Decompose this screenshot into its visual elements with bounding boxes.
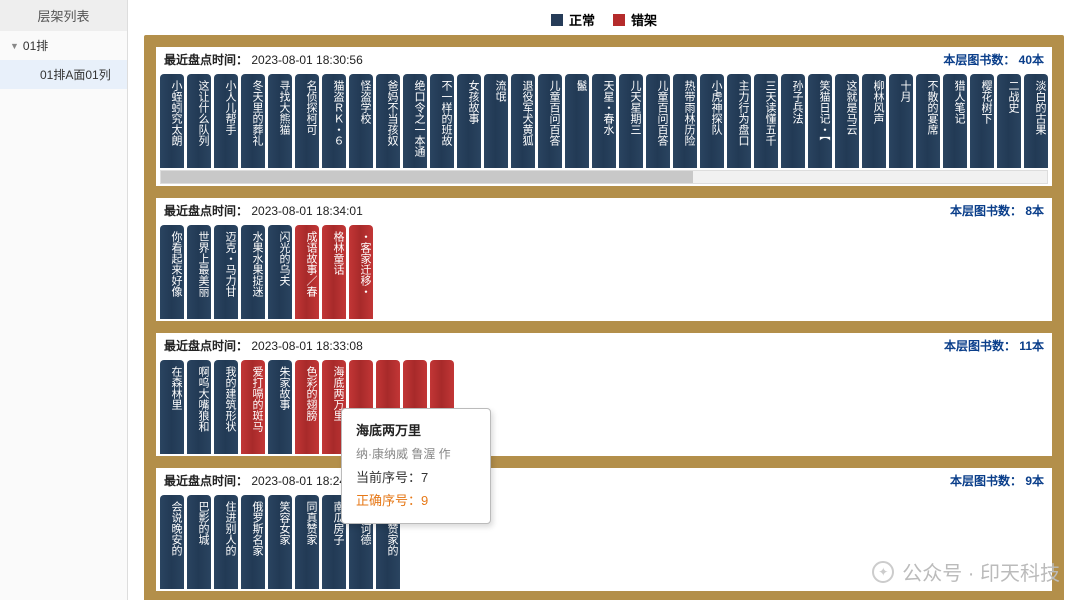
level-book-count: 本层图书数： 9本 — [950, 472, 1044, 489]
book-spine[interactable]: 樱花树下 — [970, 74, 994, 168]
book-spine[interactable]: 怪盗学校 — [349, 74, 373, 168]
book-spine[interactable]: 绝口令之一本通 — [403, 74, 427, 168]
shelf-level: 最近盘点时间： 2023-08-01 18:30:56 本层图书数： 40本小蛭蚓… — [156, 47, 1052, 198]
level-timestamp: 最近盘点时间： 2023-08-01 18:34:01 — [164, 202, 363, 219]
book-spine[interactable]: 成语故事／春 — [295, 225, 319, 319]
book-spine[interactable]: 鬣 — [565, 74, 589, 168]
sidebar-header: 层架列表 — [0, 0, 127, 31]
book-spine[interactable]: 三天读懂五千 — [754, 74, 778, 168]
book-spine[interactable]: 孙子兵法 — [781, 74, 805, 168]
book-spine[interactable]: 啊呜大嘴狼和 — [187, 360, 211, 454]
level-timestamp: 最近盘点时间： 2023-08-01 18:24:44 — [164, 472, 363, 489]
book-spine[interactable]: 猫盗ＲＫ・６ — [322, 74, 346, 168]
book-spine[interactable]: 小虎神探队 — [700, 74, 724, 168]
book-spine[interactable]: 笑猫日记・【 — [808, 74, 832, 168]
watermark: ✦ 公众号 · 印天科技 — [872, 557, 1060, 586]
bookshelf: 最近盘点时间： 2023-08-01 18:30:56 本层图书数： 40本小蛭蚓… — [144, 35, 1064, 600]
sidebar: 层架列表 ▼ 01排 01排A面01列 — [0, 0, 128, 600]
legend: 正常 错架 — [128, 0, 1080, 35]
tree-root-item[interactable]: ▼ 01排 — [0, 31, 127, 60]
legend-normal-label: 正常 — [569, 10, 595, 29]
scrollbar-thumb[interactable] — [161, 171, 693, 183]
tooltip-correct: 正确序号：9 — [356, 489, 476, 512]
book-spine[interactable]: 儿童百问百答 — [646, 74, 670, 168]
book-spine[interactable]: 爸妈不当孩奴 — [376, 74, 400, 168]
books-row: 在森林里啊呜大嘴狼和我的建筑形状爱打嗝的斑马朱家故事色彩的翅膀海底两万里 — [158, 358, 1050, 456]
book-spine[interactable]: 你看起来好像 — [160, 225, 184, 319]
tree-child-item[interactable]: 01排A面01列 — [0, 60, 127, 89]
book-spine[interactable]: 天星・春水 — [592, 74, 616, 168]
swatch-error-icon — [613, 14, 625, 26]
level-book-count: 本层图书数： 40本 — [943, 51, 1044, 68]
book-spine[interactable]: 主力行为盘口 — [727, 74, 751, 168]
shelf-level: 最近盘点时间： 2023-08-01 18:33:08 本层图书数： 11本在森林… — [156, 333, 1052, 468]
tooltip-current: 当前序号：7 — [356, 466, 476, 489]
book-spine[interactable]: 淡白的古果 — [1024, 74, 1048, 168]
legend-error-label: 错架 — [631, 10, 657, 29]
book-spine[interactable]: 不散的宴席 — [916, 74, 940, 168]
swatch-normal-icon — [551, 14, 563, 26]
horizontal-scrollbar[interactable] — [160, 170, 1048, 184]
book-spine[interactable]: 住进别人的 — [214, 495, 238, 589]
book-spine[interactable]: 女孩故事 — [457, 74, 481, 168]
book-spine[interactable]: 儿天星期三 — [619, 74, 643, 168]
books-row: 小蛭蚓究太朗这让什么队列小人儿帮手冬天里的葬礼寻找大熊猫名侦探柯可猫盗ＲＫ・６怪… — [158, 72, 1050, 170]
tooltip-subtitle: 纳·康纳威 鲁渥 作 — [356, 444, 476, 466]
books-row: 你看起来好像世界上最美丽迈克・马力甘水果水果捉迷闪光的乌夫成语故事／春格林童话・… — [158, 223, 1050, 321]
book-spine[interactable]: 会说晚安的 — [160, 495, 184, 589]
level-timestamp: 最近盘点时间： 2023-08-01 18:30:56 — [164, 51, 363, 68]
book-spine[interactable]: 十月 — [889, 74, 913, 168]
book-spine[interactable]: 退役军犬黄狐 — [511, 74, 535, 168]
book-spine[interactable]: 闪光的乌夫 — [268, 225, 292, 319]
book-spine[interactable]: 冬天里的葬礼 — [241, 74, 265, 168]
book-spine[interactable]: 笑容女家 — [268, 495, 292, 589]
book-spine[interactable]: 同真赞家 — [295, 495, 319, 589]
level-timestamp: 最近盘点时间： 2023-08-01 18:33:08 — [164, 337, 363, 354]
book-spine[interactable]: 巴影的城 — [187, 495, 211, 589]
book-spine[interactable]: 小蛭蚓究太朗 — [160, 74, 184, 168]
book-spine[interactable]: 爱打嗝的斑马 — [241, 360, 265, 454]
book-spine[interactable]: 猎人笔记 — [943, 74, 967, 168]
book-spine[interactable]: 格林童话 — [322, 225, 346, 319]
level-header: 最近盘点时间： 2023-08-01 18:24:44 本层图书数： 9本 — [158, 470, 1050, 493]
book-spine[interactable]: ・客家迁移・ — [349, 225, 373, 319]
book-spine[interactable]: 在森林里 — [160, 360, 184, 454]
book-spine[interactable]: 这就是马云 — [835, 74, 859, 168]
tooltip-title: 海底两万里 — [356, 419, 476, 442]
tree-expand-icon: ▼ — [10, 41, 19, 51]
shelf-level: 最近盘点时间： 2023-08-01 18:34:01 本层图书数： 8本你看起来… — [156, 198, 1052, 333]
legend-error: 错架 — [613, 10, 657, 29]
book-spine[interactable]: 水果水果捉迷 — [241, 225, 265, 319]
book-spine[interactable]: 寻找大熊猫 — [268, 74, 292, 168]
shelf-area[interactable]: 最近盘点时间： 2023-08-01 18:30:56 本层图书数： 40本小蛭蚓… — [128, 35, 1080, 600]
book-spine[interactable]: 俄罗斯名家 — [241, 495, 265, 589]
level-header: 最近盘点时间： 2023-08-01 18:33:08 本层图书数： 11本 — [158, 335, 1050, 358]
book-spine[interactable]: 流氓 — [484, 74, 508, 168]
book-spine[interactable]: 小人儿帮手 — [214, 74, 238, 168]
book-spine[interactable]: 世界上最美丽 — [187, 225, 211, 319]
book-spine[interactable]: 色彩的翅膀 — [295, 360, 319, 454]
tree-root-label: 01排 — [23, 37, 48, 54]
book-spine[interactable]: 儿童百问百答 — [538, 74, 562, 168]
main-content: 正常 错架 最近盘点时间： 2023-08-01 18:30:56 本层图书数： … — [128, 0, 1080, 600]
watermark-text: 公众号 · 印天科技 — [902, 557, 1060, 586]
book-spine[interactable]: 迈克・马力甘 — [214, 225, 238, 319]
legend-normal: 正常 — [551, 10, 595, 29]
level-book-count: 本层图书数： 8本 — [950, 202, 1044, 219]
book-spine[interactable]: 热带雨林历险 — [673, 74, 697, 168]
wechat-icon: ✦ — [872, 561, 894, 583]
book-spine[interactable]: 这让什么队列 — [187, 74, 211, 168]
book-spine[interactable]: 不一样的班故 — [430, 74, 454, 168]
book-tooltip: 海底两万里 纳·康纳威 鲁渥 作 当前序号：7 正确序号：9 — [341, 408, 491, 524]
book-spine[interactable]: 名侦探柯可 — [295, 74, 319, 168]
level-book-count: 本层图书数： 11本 — [944, 337, 1044, 354]
book-spine[interactable]: 朱家故事 — [268, 360, 292, 454]
book-spine[interactable]: 柳林风声 — [862, 74, 886, 168]
book-spine[interactable]: 我的建筑形状 — [214, 360, 238, 454]
level-header: 最近盘点时间： 2023-08-01 18:30:56 本层图书数： 40本 — [158, 49, 1050, 72]
level-header: 最近盘点时间： 2023-08-01 18:34:01 本层图书数： 8本 — [158, 200, 1050, 223]
book-spine[interactable]: 二战史 — [997, 74, 1021, 168]
